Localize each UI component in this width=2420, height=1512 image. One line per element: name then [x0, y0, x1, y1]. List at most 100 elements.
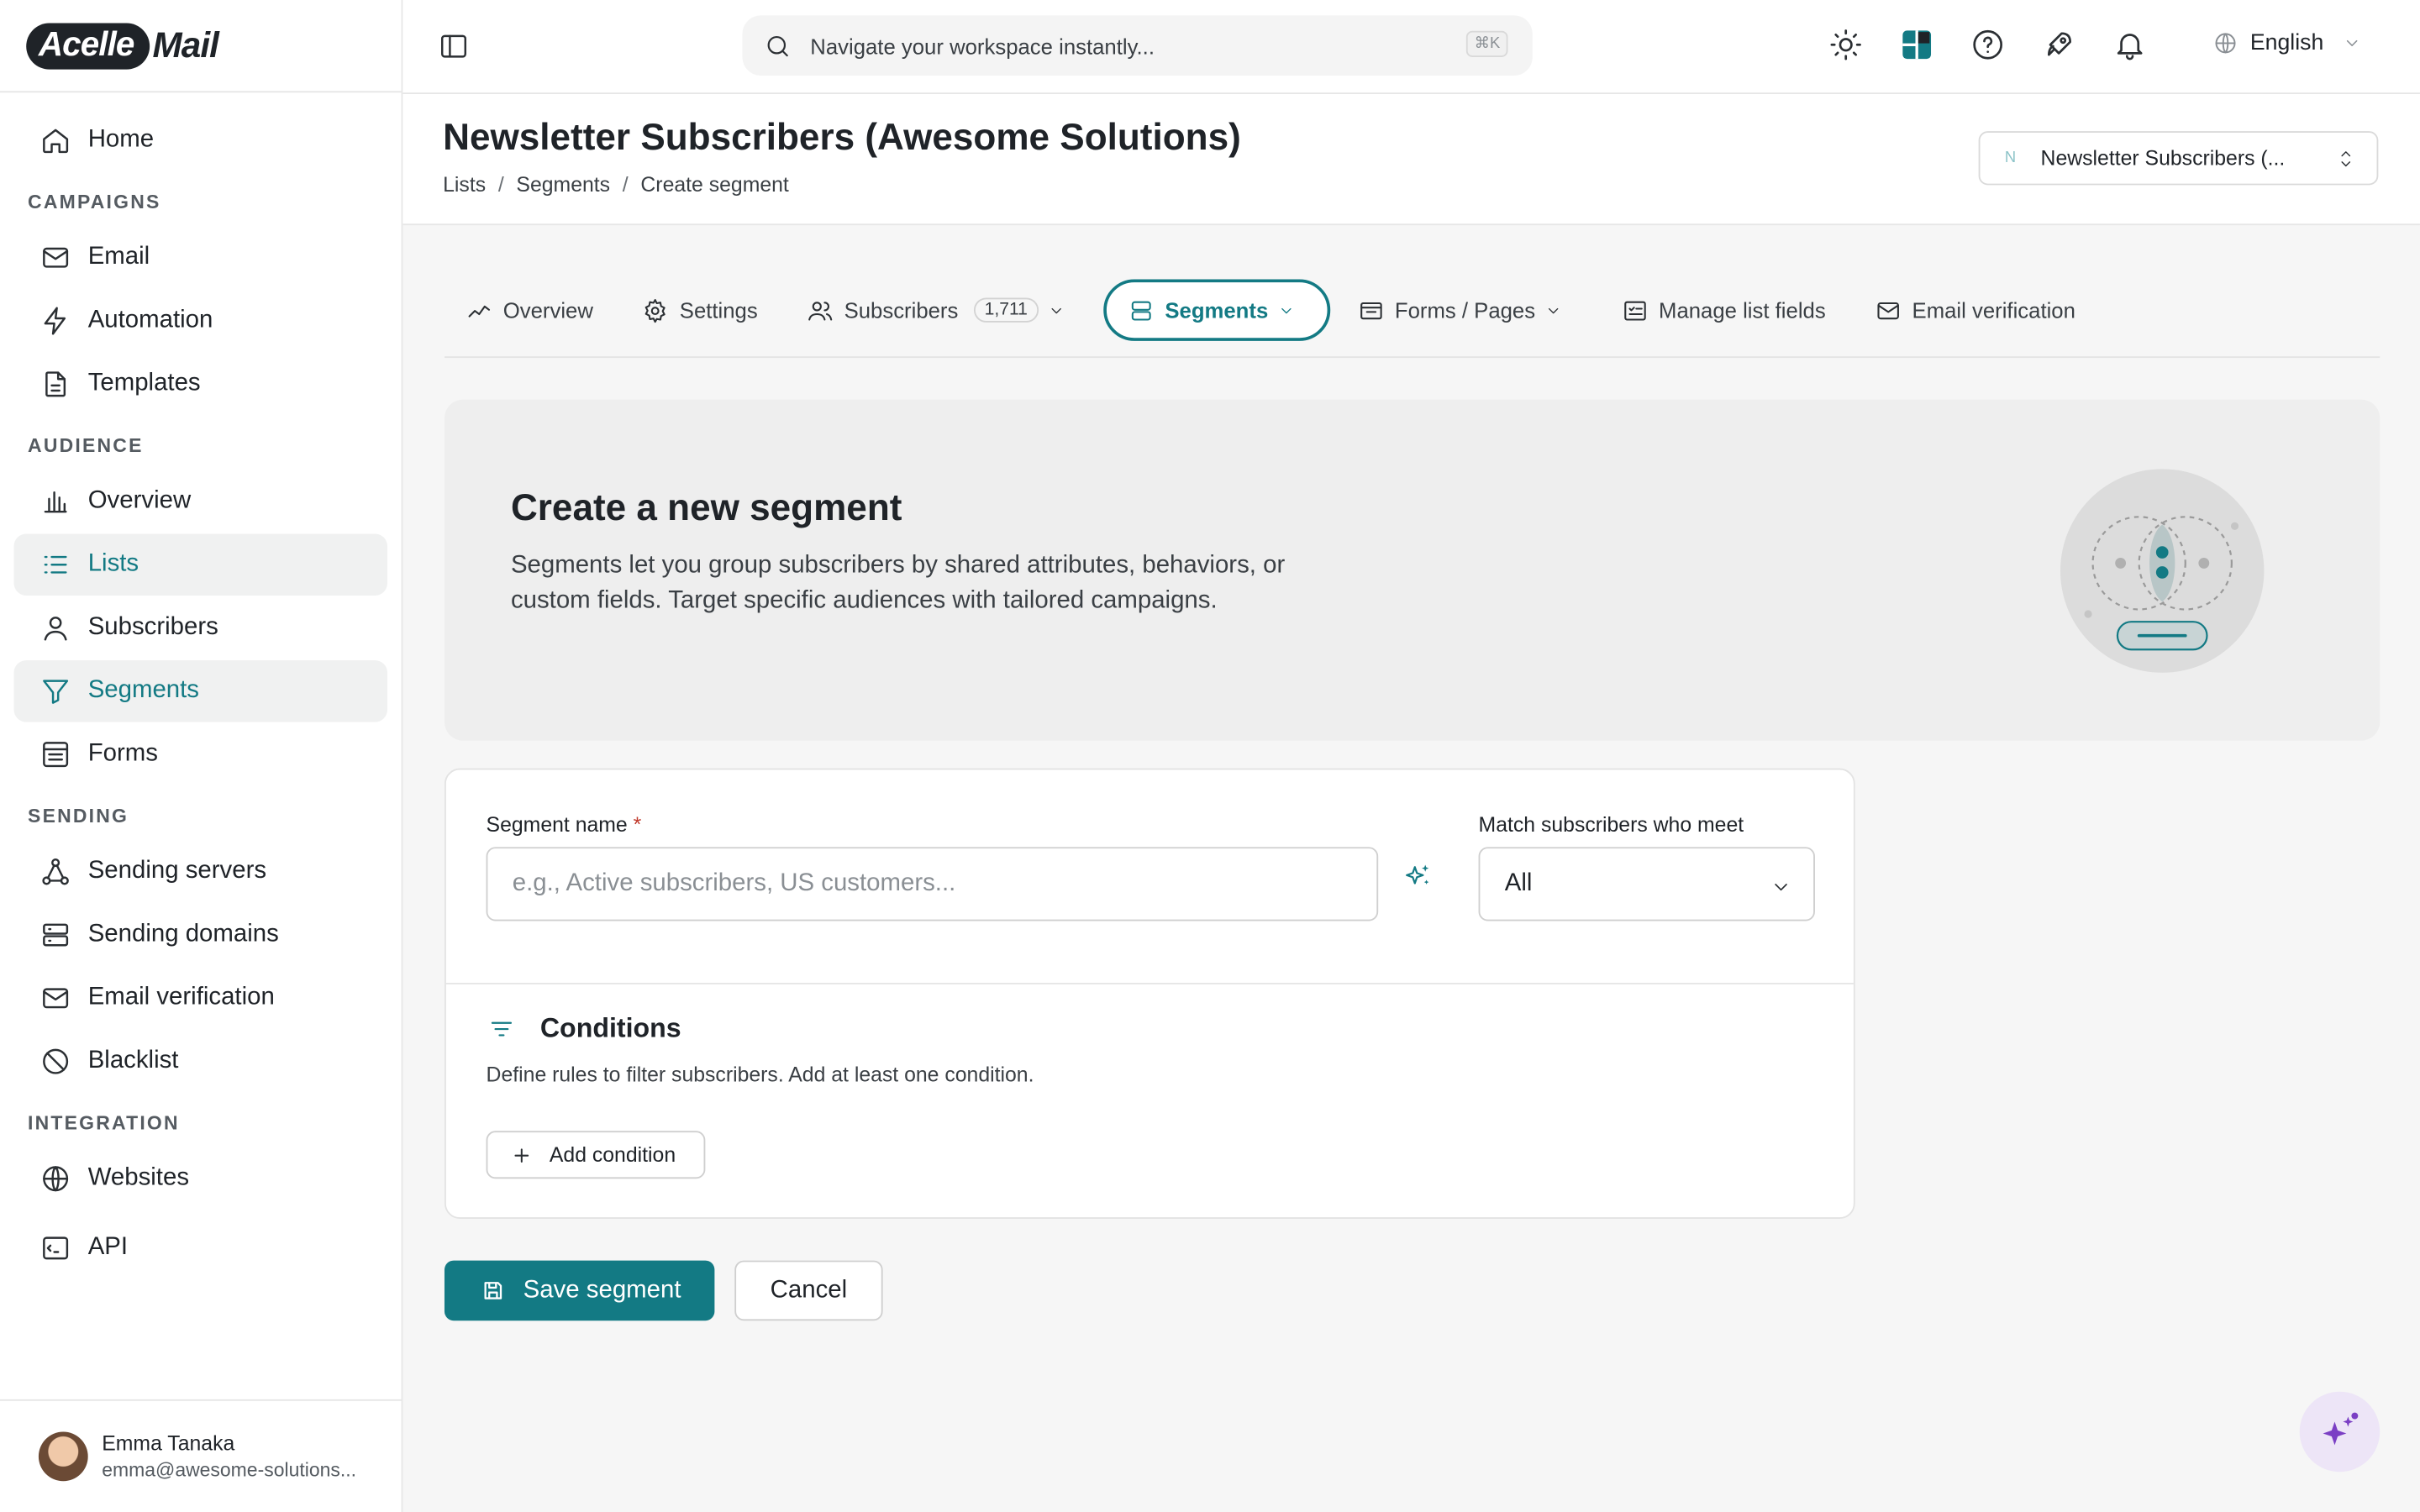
tab-label: Segments: [1165, 297, 1269, 323]
app-logo-icon: [1902, 30, 1932, 60]
filter-icon: [40, 675, 88, 706]
page-header: Newsletter Subscribers (Awesome Solution…: [402, 94, 2420, 226]
tab-label: Settings: [679, 297, 758, 323]
help-button[interactable]: [1970, 28, 2004, 61]
sidebar-item-email-verification[interactable]: Email verification: [14, 968, 387, 1029]
sidebar-toggle-button[interactable]: [439, 31, 470, 62]
tab-label: Manage list fields: [1659, 297, 1826, 323]
theme-toggle-button[interactable]: [1828, 28, 1862, 61]
sidebar-item-websites[interactable]: Websites: [14, 1148, 387, 1210]
add-condition-button[interactable]: Add condition: [486, 1131, 706, 1179]
sidebar-item-label: Lists: [87, 550, 139, 577]
sidebar-item-label: API: [87, 1234, 129, 1261]
hero-description: Segments let you group subscribers by sh…: [510, 552, 1286, 615]
fields-icon: [1622, 297, 1659, 323]
sidebar-item-lists[interactable]: Lists: [13, 533, 388, 596]
filter-lines-icon: [489, 1018, 513, 1040]
breadcrumb: Lists / Segments / Create segment: [443, 172, 789, 197]
hero-title: Create a new segment: [510, 487, 902, 529]
hero-panel: Create a new segment Segments let you gr…: [444, 399, 2381, 741]
segment-form-card: Segment name * Match subscribers who mee…: [444, 768, 1855, 1219]
required-mark: *: [633, 812, 642, 837]
sparkle-icon: [2323, 1412, 2359, 1446]
chevron-down-icon: [1544, 302, 1572, 318]
tab-forms-pages[interactable]: Forms / Pages: [1336, 279, 1594, 340]
conditions-title: Conditions: [539, 1011, 681, 1043]
sidebar-item-overview[interactable]: Overview: [14, 470, 387, 532]
card-divider: [445, 982, 1854, 984]
subscriber-count-badge: 1,711: [973, 297, 1039, 323]
sidebar-item-label: Sending servers: [87, 858, 267, 885]
user-name: Emma Tanaka: [102, 1431, 235, 1456]
tab-overview[interactable]: Overview: [445, 279, 615, 340]
tab-email-verification[interactable]: Email verification: [1854, 279, 2097, 340]
search-bar[interactable]: Navigate your workspace instantly... ⌘K: [742, 15, 1533, 76]
ai-assistant-button[interactable]: [2299, 1391, 2381, 1473]
sidebar-item-label: Overview: [87, 487, 192, 514]
ai-suggest-button[interactable]: [1404, 863, 1432, 890]
home-icon: [40, 125, 88, 156]
language-selector[interactable]: English: [2213, 31, 2373, 55]
sidebar-item-templates[interactable]: Templates: [14, 354, 387, 415]
chevron-up-down-icon: [2337, 148, 2355, 170]
breadcrumb-current: Create segment: [640, 172, 789, 197]
tab-label: Email verification: [1912, 297, 2075, 323]
notifications-button[interactable]: [2112, 28, 2146, 61]
section-campaigns: CAMPAIGNS: [28, 191, 161, 213]
sparkline-icon: [466, 297, 503, 323]
sidebar-item-automation[interactable]: Automation: [14, 290, 387, 351]
tab-label: Overview: [502, 297, 593, 323]
sidebar-item-subscribers[interactable]: Subscribers: [14, 597, 387, 659]
search-placeholder: Navigate your workspace instantly...: [810, 33, 1155, 58]
terminal-icon: [40, 1233, 88, 1264]
gear-icon: [643, 297, 680, 323]
sidebar-item-label: Segments: [87, 677, 200, 704]
section-audience: AUDIENCE: [28, 434, 144, 457]
tab-settings[interactable]: Settings: [621, 279, 779, 340]
tab-segments[interactable]: Segments: [1102, 279, 1330, 341]
list-initial: N: [2004, 150, 2017, 167]
match-select[interactable]: All: [1478, 847, 1815, 921]
sidebar-item-label: Websites: [87, 1164, 190, 1191]
search-icon: [764, 32, 810, 60]
list-icon: [40, 549, 88, 580]
sidebar-item-segments[interactable]: Segments: [13, 660, 388, 722]
network-icon: [40, 856, 88, 887]
user-profile[interactable]: Emma Tanaka emma@awesome-solutions...: [0, 1399, 402, 1512]
users-icon: [808, 297, 844, 323]
sparkle-icon: [1406, 864, 1429, 885]
language-label: English: [2249, 30, 2324, 56]
list-switcher[interactable]: N Newsletter Subscribers (...: [1978, 131, 2379, 186]
cancel-button[interactable]: Cancel: [734, 1260, 883, 1321]
globe-icon: [2213, 31, 2250, 55]
page-title: Newsletter Subscribers (Awesome Solution…: [443, 117, 1241, 160]
tab-subscribers[interactable]: Subscribers 1,711: [786, 279, 1097, 340]
segment-name-input[interactable]: [486, 847, 1379, 921]
panel-left-icon: [439, 31, 470, 62]
window-icon: [1358, 297, 1395, 323]
breadcrumb-lists[interactable]: Lists: [443, 173, 486, 197]
sun-icon: [1830, 29, 1861, 60]
breadcrumb-segments[interactable]: Segments: [516, 173, 610, 197]
sidebar-item-forms[interactable]: Forms: [14, 723, 387, 785]
sidebar-item-home[interactable]: Home: [14, 109, 387, 171]
logo[interactable]: Acelle Mail: [0, 0, 402, 93]
save-segment-button[interactable]: Save segment: [444, 1260, 715, 1321]
sidebar-item-blacklist[interactable]: Blacklist: [14, 1031, 387, 1092]
save-label: Save segment: [523, 1276, 681, 1304]
sidebar-item-email[interactable]: Email: [14, 227, 387, 288]
sidebar-item-label: Home: [87, 126, 155, 153]
sidebar-item-api[interactable]: API: [14, 1217, 387, 1278]
add-condition-label: Add condition: [549, 1142, 676, 1167]
sidebar-item-sending-servers[interactable]: Sending servers: [14, 841, 387, 902]
tab-manage-list-fields[interactable]: Manage list fields: [1600, 279, 1847, 340]
logo-mail: Mail: [152, 24, 219, 66]
chevron-down-icon: [2342, 34, 2373, 52]
mail-icon: [40, 242, 88, 273]
sidebar-nav: Home CAMPAIGNS Email Automation Template…: [0, 92, 402, 1278]
match-label: Match subscribers who meet: [1478, 812, 1744, 837]
conditions-description: Define rules to filter subscribers. Add …: [486, 1063, 1034, 1087]
launch-button[interactable]: [2042, 28, 2075, 61]
workspace-app-button[interactable]: [1900, 28, 1933, 61]
sidebar-item-sending-domains[interactable]: Sending domains: [14, 904, 387, 965]
